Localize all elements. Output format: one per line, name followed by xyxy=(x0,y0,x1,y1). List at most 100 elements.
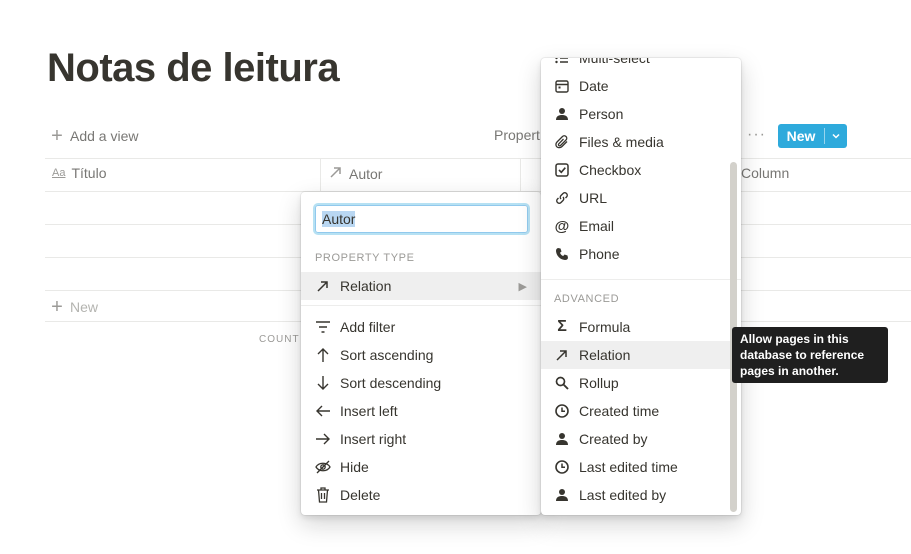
property-type-value: Relation xyxy=(340,278,392,294)
column-header-label: Column xyxy=(741,165,790,181)
arrow-right-icon xyxy=(315,431,331,447)
menu-item-label: Sort ascending xyxy=(340,347,434,363)
tooltip-line: Allow pages in this xyxy=(740,332,849,346)
relation-arrow-icon xyxy=(554,347,570,363)
add-view-button[interactable]: + Add a view xyxy=(50,126,138,146)
property-name-value: Autor xyxy=(322,211,356,227)
table-header-top-border xyxy=(45,158,911,159)
menu-item-label: Insert left xyxy=(340,403,398,419)
type-option-checkbox[interactable]: Checkbox xyxy=(541,156,741,184)
property-name-input[interactable]: Autor xyxy=(315,205,528,233)
trash-icon xyxy=(315,487,331,503)
property-type-menu: Multi-select Date Person Files & media C… xyxy=(541,58,741,515)
clock-icon xyxy=(554,459,570,475)
new-button-label[interactable]: New xyxy=(778,124,824,148)
arrow-down-icon xyxy=(315,375,331,391)
type-option-url[interactable]: URL xyxy=(541,184,741,212)
relation-tooltip: Allow pages in this database to referenc… xyxy=(732,327,888,383)
type-option-created-by[interactable]: Created by xyxy=(541,425,741,453)
delete-option[interactable]: Delete xyxy=(301,481,541,509)
menu-item-label: Created by xyxy=(579,431,648,447)
column-header-column[interactable]: Column xyxy=(741,165,789,181)
sort-descending-option[interactable]: Sort descending xyxy=(301,369,541,397)
menu-item-label: Phone xyxy=(579,246,620,262)
menu-item-label: Formula xyxy=(579,319,631,335)
add-row-button[interactable]: + New xyxy=(50,297,98,317)
insert-left-option[interactable]: Insert left xyxy=(301,397,541,425)
menu-item-label: Multi-select xyxy=(579,58,650,66)
eye-off-icon xyxy=(315,459,331,475)
list-icon xyxy=(554,58,570,66)
chevron-down-icon[interactable] xyxy=(825,124,847,148)
column-header-autor[interactable]: Autor xyxy=(329,165,382,182)
menu-item-label: Add filter xyxy=(340,319,396,335)
plus-icon: + xyxy=(51,296,63,318)
relation-arrow-icon xyxy=(329,165,343,182)
menu-item-label: Delete xyxy=(340,487,381,503)
type-option-email[interactable]: @ Email xyxy=(541,212,741,240)
add-filter-option[interactable]: Add filter xyxy=(301,313,541,341)
clock-icon xyxy=(554,403,570,419)
person-icon xyxy=(554,487,570,503)
type-option-multi-select[interactable]: Multi-select xyxy=(541,58,741,72)
add-row-label: New xyxy=(70,299,99,315)
menu-item-label: Relation xyxy=(579,347,631,363)
link-icon xyxy=(554,190,570,206)
more-options-icon[interactable]: ··· xyxy=(747,126,766,144)
menu-item-label: Person xyxy=(579,106,624,122)
count-label[interactable]: COUNT xyxy=(259,334,300,345)
menu-item-label: Checkbox xyxy=(579,162,642,178)
menu-item-label: Email xyxy=(579,218,615,234)
menu-item-label: Files & media xyxy=(579,134,664,150)
filter-icon xyxy=(315,319,331,335)
advanced-section-label: ADVANCED xyxy=(554,293,620,305)
checkbox-icon xyxy=(554,162,570,178)
type-option-date[interactable]: Date xyxy=(541,72,741,100)
property-type-section-label: PROPERTY TYPE xyxy=(315,252,415,264)
sort-ascending-option[interactable]: Sort ascending xyxy=(301,341,541,369)
add-view-label: Add a view xyxy=(70,128,139,144)
paperclip-icon xyxy=(554,134,570,150)
at-icon: @ xyxy=(554,217,570,235)
type-option-last-edited-by[interactable]: Last edited by xyxy=(541,481,741,509)
property-menu: Autor PROPERTY TYPE Relation ▶ Add filte… xyxy=(301,192,541,515)
type-option-phone[interactable]: Phone xyxy=(541,240,741,268)
new-button[interactable]: New xyxy=(778,124,847,148)
menu-item-label: Insert right xyxy=(340,431,407,447)
sigma-icon: Σ xyxy=(557,318,567,335)
magnifier-icon xyxy=(554,375,570,391)
type-option-person[interactable]: Person xyxy=(541,100,741,128)
properties-button[interactable]: Propert xyxy=(494,127,540,143)
menu-item-label: Last edited by xyxy=(579,487,667,503)
person-icon xyxy=(554,431,570,447)
type-option-files-media[interactable]: Files & media xyxy=(541,128,741,156)
menu-item-label: Sort descending xyxy=(340,375,442,391)
menu-item-label: Hide xyxy=(340,459,369,475)
type-option-created-time[interactable]: Created time xyxy=(541,397,741,425)
page-title[interactable]: Notas de leitura xyxy=(47,46,340,91)
insert-right-option[interactable]: Insert right xyxy=(301,425,541,453)
type-option-last-edited-time[interactable]: Last edited time xyxy=(541,453,741,481)
person-icon xyxy=(554,106,570,122)
tooltip-line: pages in another. xyxy=(740,364,839,378)
tooltip-line: database to reference xyxy=(740,348,865,362)
type-option-formula[interactable]: Σ Formula xyxy=(541,313,741,341)
hide-option[interactable]: Hide xyxy=(301,453,541,481)
property-type-select[interactable]: Relation ▶ xyxy=(301,272,541,300)
menu-item-label: Created time xyxy=(579,403,660,419)
text-type-icon: Aa xyxy=(52,167,66,179)
column-header-titulo[interactable]: Aa Título xyxy=(52,165,106,181)
arrow-up-icon xyxy=(315,347,331,363)
menu-item-label: URL xyxy=(579,190,608,206)
arrow-left-icon xyxy=(315,403,331,419)
menu-divider xyxy=(541,279,741,280)
submenu-arrow-icon: ▶ xyxy=(518,280,527,293)
column-header-label: Autor xyxy=(349,165,383,182)
column-header-label: Título xyxy=(71,165,107,181)
type-option-rollup[interactable]: Rollup xyxy=(541,369,741,397)
type-option-relation[interactable]: Relation xyxy=(541,341,741,369)
plus-icon: + xyxy=(51,125,63,147)
menu-item-label: Date xyxy=(579,78,609,94)
menu-item-label: Last edited time xyxy=(579,459,678,475)
menu-divider xyxy=(301,305,541,306)
